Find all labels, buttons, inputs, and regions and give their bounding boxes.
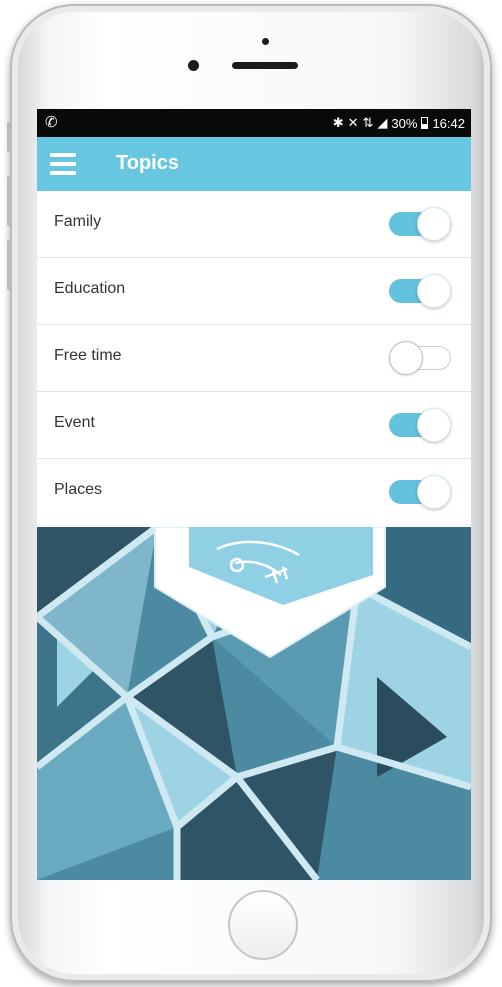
education-toggle[interactable]	[389, 274, 451, 308]
front-camera	[188, 60, 199, 71]
whatsapp-icon: ✆	[45, 114, 58, 131]
places-toggle[interactable]	[389, 475, 451, 509]
bluetooth-icon: ✱	[332, 115, 344, 130]
battery-icon	[421, 117, 429, 129]
clock: 16:42	[432, 115, 465, 131]
topic-row-event[interactable]: Event	[37, 392, 471, 459]
status-bar: ✆ ✱ ✕ ⇅ ◢ 30% 16:42	[37, 109, 471, 137]
data-icon: ⇅	[362, 115, 374, 130]
hamburger-icon[interactable]	[50, 153, 76, 175]
topic-row-family[interactable]: Family	[37, 191, 471, 258]
signal-icon: ◢	[377, 115, 388, 130]
mute-icon: ✕	[347, 115, 359, 130]
topic-label: Event	[54, 414, 95, 431]
volume-up-button	[7, 176, 11, 226]
event-toggle[interactable]	[389, 408, 451, 442]
topic-label: Education	[54, 280, 126, 297]
proximity-sensor	[262, 38, 269, 45]
topic-label: Places	[54, 481, 103, 498]
home-button[interactable]	[228, 890, 298, 960]
earpiece-speaker	[232, 62, 298, 69]
topic-label: Family	[54, 213, 102, 230]
volume-down-button	[7, 240, 11, 290]
free-time-toggle[interactable]	[389, 341, 451, 375]
page-title: Topics	[116, 152, 179, 174]
status-icons: ✱ ✕ ⇅ ◢ 30% 16:42	[333, 115, 465, 131]
battery-percent: 30%	[391, 115, 418, 131]
topic-list: Family Education Free time Event Places	[37, 191, 471, 526]
family-toggle[interactable]	[389, 207, 451, 241]
app-toolbar: Topics	[37, 137, 471, 191]
background-pattern	[37, 527, 471, 880]
topic-label: Free time	[54, 347, 122, 364]
topic-row-education[interactable]: Education	[37, 258, 471, 325]
topic-row-free-time[interactable]: Free time	[37, 325, 471, 392]
topic-row-places[interactable]: Places	[37, 459, 471, 526]
app-screen: ✆ ✱ ✕ ⇅ ◢ 30% 16:42 Topics Family Educat…	[37, 109, 471, 880]
mute-switch	[7, 122, 11, 152]
